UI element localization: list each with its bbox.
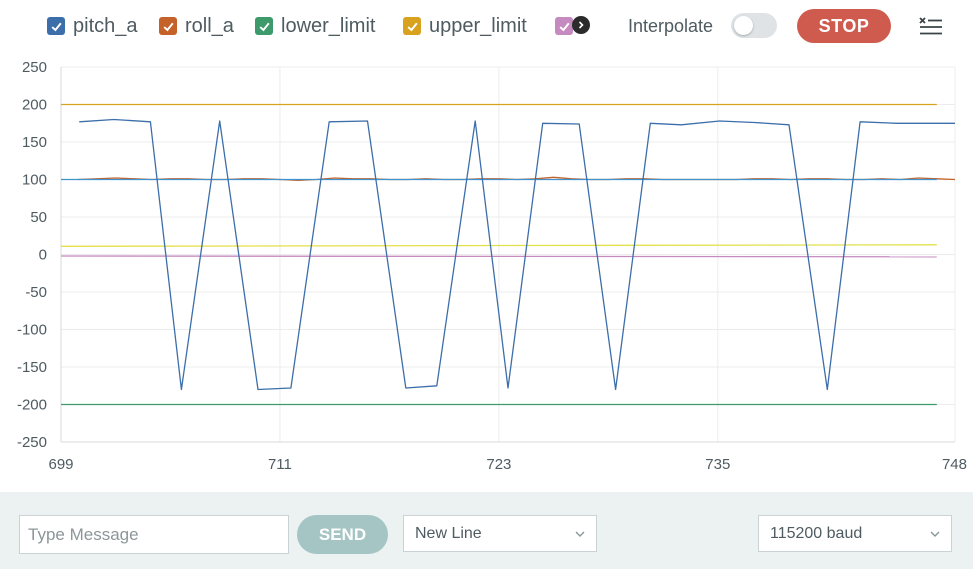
y-tick-label: 0	[39, 247, 47, 264]
legend-checkbox[interactable]	[47, 17, 65, 35]
legend-checkbox[interactable]	[255, 17, 273, 35]
interpolate-label: Interpolate	[628, 16, 714, 36]
line-ending-select[interactable]: New Line	[403, 515, 597, 552]
check-icon	[163, 22, 174, 31]
line-chart: 250 200 150 100 50 0 -50 -100 -150 -200 -250699 711…	[17, 59, 967, 473]
check-icon	[559, 22, 570, 31]
series-line-unnamed-4	[60, 255, 937, 258]
interpolate-toggle[interactable]	[731, 13, 777, 38]
check-icon	[259, 22, 270, 31]
y-tick-label: -250	[17, 434, 47, 451]
legend-item-hidden[interactable]	[555, 14, 573, 38]
legend-label: lower_limit	[281, 14, 376, 37]
x-tick-label: 723	[486, 456, 511, 473]
legend-label: roll_a	[185, 14, 234, 37]
legend-item-lower-limit[interactable]: lower_limit	[255, 14, 375, 38]
x-tick-label: 711	[268, 456, 292, 473]
chevron-down-icon	[930, 531, 940, 537]
list-menu-icon[interactable]	[918, 15, 944, 37]
baud-rate-value: 115200 baud	[770, 524, 863, 542]
legend-bar: pitch_a roll_a lower_limit upper_limit I…	[0, 0, 973, 52]
legend-item-pitch-a[interactable]: pitch_a	[47, 14, 138, 38]
legend-checkbox[interactable]	[159, 17, 177, 35]
stop-button[interactable]: STOP	[797, 9, 891, 43]
serial-input-bar: SEND New Line 115200 baud	[0, 492, 973, 569]
check-icon	[407, 22, 418, 31]
y-tick-label: 200	[22, 97, 47, 114]
chevron-right-icon[interactable]	[572, 16, 590, 34]
y-tick-label: -100	[17, 322, 47, 339]
line-ending-value: New Line	[415, 524, 482, 542]
y-tick-label: 150	[22, 134, 47, 151]
check-icon	[51, 22, 62, 31]
y-tick-label: -50	[25, 284, 47, 301]
legend-checkbox[interactable]	[555, 17, 573, 35]
y-tick-label: 100	[22, 172, 47, 189]
y-tick-label: -200	[17, 397, 47, 414]
legend-label: upper_limit	[429, 14, 527, 37]
y-tick-label: 250	[22, 59, 47, 76]
baud-rate-select[interactable]: 115200 baud	[758, 515, 952, 552]
x-tick-label: 748	[942, 456, 967, 473]
y-tick-label: -150	[17, 359, 47, 376]
x-tick-label: 735	[705, 456, 730, 473]
toggle-knob	[734, 16, 753, 35]
chevron-down-icon	[575, 531, 585, 537]
y-tick-label: 50	[30, 209, 47, 226]
send-button[interactable]: SEND	[297, 515, 388, 554]
legend-item-roll-a[interactable]: roll_a	[159, 14, 234, 38]
legend-checkbox[interactable]	[403, 17, 421, 35]
legend-label: pitch_a	[73, 14, 138, 37]
x-tick-label: 699	[48, 456, 73, 473]
series-line-unnamed-3	[60, 244, 937, 247]
message-input[interactable]	[19, 515, 289, 554]
legend-item-upper-limit[interactable]: upper_limit	[403, 14, 527, 38]
